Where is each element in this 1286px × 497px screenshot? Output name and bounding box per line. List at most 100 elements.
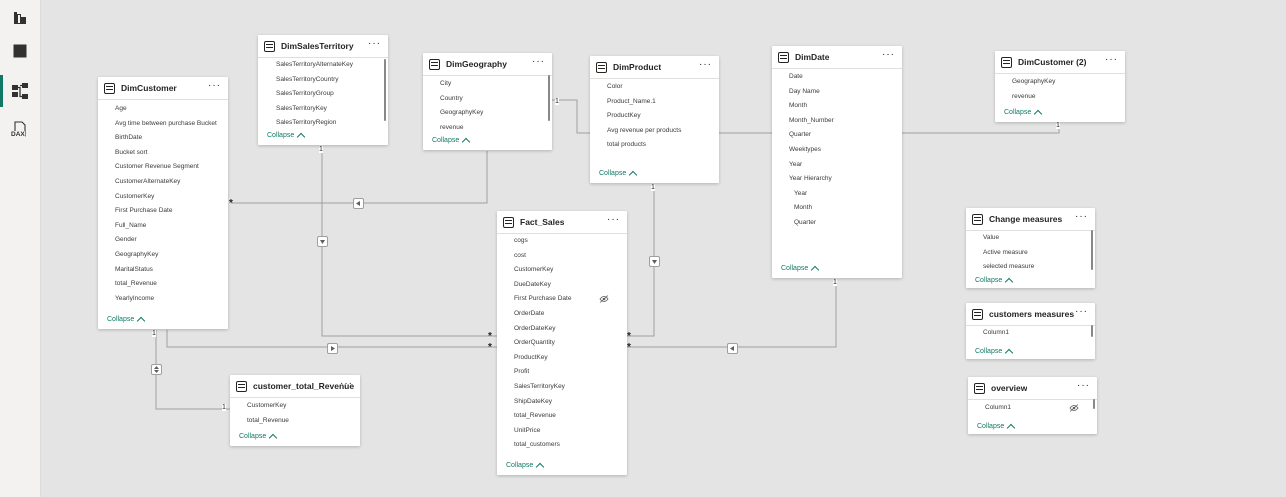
table-card-dimcustomer-2[interactable]: DimCustomer (2) ··· GeographyKey revenue… [995, 51, 1125, 122]
field-item[interactable]: UnitPrice [514, 424, 627, 439]
field-item[interactable]: cost [514, 249, 627, 264]
field-item[interactable]: cogs [514, 234, 627, 249]
field-item[interactable]: OrderDateKey [514, 322, 627, 337]
hierarchy-item[interactable]: Year Hierarchy [789, 172, 902, 187]
field-item[interactable]: YearlyIncome [115, 292, 228, 307]
collapse-button[interactable]: Collapse [1004, 108, 1043, 119]
report-view-button[interactable] [0, 0, 40, 36]
collapse-button[interactable]: Collapse [267, 131, 306, 142]
hierarchy-level[interactable]: Month [789, 201, 902, 216]
field-item[interactable]: total_Revenue [514, 409, 627, 424]
field-item[interactable]: Quarter [789, 128, 902, 143]
field-item[interactable]: Profit [514, 365, 627, 380]
collapse-button[interactable]: Collapse [432, 136, 471, 147]
field-item[interactable]: BirthDate [115, 131, 228, 146]
field-item[interactable]: revenue [1012, 90, 1125, 105]
more-options-icon[interactable]: ··· [1105, 54, 1118, 66]
table-header[interactable]: DimCustomer ··· [98, 77, 228, 100]
more-options-icon[interactable]: ··· [1075, 306, 1088, 318]
field-item[interactable]: DueDateKey [514, 278, 627, 293]
table-view-button[interactable] [0, 33, 40, 69]
field-item[interactable]: Weektypes [789, 143, 902, 158]
more-options-icon[interactable]: ··· [882, 49, 895, 61]
hidden-eye-icon[interactable] [1069, 404, 1079, 419]
table-card-customers-measures[interactable]: customers measures ··· Column1 Collapse [966, 303, 1095, 359]
more-options-icon[interactable]: ··· [607, 214, 620, 226]
table-header[interactable]: DimSalesTerritory ··· [258, 35, 388, 58]
field-item[interactable]: Month [789, 99, 902, 114]
field-item[interactable]: City [440, 77, 552, 92]
field-item[interactable]: SalesTerritoryKey [514, 380, 627, 395]
scrollbar[interactable] [384, 59, 386, 121]
field-item[interactable]: SalesTerritoryRegion [276, 116, 388, 131]
hierarchy-level[interactable]: Year [789, 187, 902, 202]
field-item[interactable]: Full_Name [115, 219, 228, 234]
field-item[interactable]: Column1 [983, 326, 1095, 341]
field-item[interactable]: revenue [440, 121, 552, 136]
field-item[interactable]: SalesTerritoryCountry [276, 73, 388, 88]
collapse-button[interactable]: Collapse [506, 461, 545, 472]
field-item[interactable]: Year [789, 158, 902, 173]
filter-direction-left-icon[interactable] [727, 343, 738, 354]
field-item[interactable]: CustomerKey [115, 190, 228, 205]
more-options-icon[interactable]: ··· [340, 378, 353, 390]
field-item[interactable]: Month_Number [789, 114, 902, 129]
field-item[interactable]: total products [607, 138, 719, 153]
field-item[interactable]: CustomerKey [247, 399, 360, 414]
table-card-dimproduct[interactable]: DimProduct ··· Color Product_Name.1 Prod… [590, 56, 719, 183]
field-item-hidden[interactable]: First Purchase Date [514, 292, 627, 307]
field-item[interactable]: CustomerKey [514, 263, 627, 278]
field-item[interactable]: Avg revenue per products [607, 124, 719, 139]
table-header[interactable]: DimCustomer (2) ··· [995, 51, 1125, 74]
field-item[interactable]: OrderQuantity [514, 336, 627, 351]
dax-query-view-button[interactable]: DAX [0, 114, 40, 150]
field-item[interactable]: ShipDateKey [514, 395, 627, 410]
table-card-dimcustomer[interactable]: DimCustomer ··· Age Avg time between pur… [98, 77, 228, 329]
table-header[interactable]: DimDate ··· [772, 46, 902, 69]
model-canvas[interactable]: * * * * * 1 1 1 1 1 1 1 DimCustomer ··· … [41, 0, 1286, 497]
table-header[interactable]: customers measures ··· [966, 303, 1095, 326]
collapse-button[interactable]: Collapse [975, 347, 1014, 358]
table-card-overview[interactable]: overview ··· Column1 Collapse [968, 377, 1097, 434]
field-item[interactable]: total_Revenue [115, 277, 228, 292]
filter-direction-left-icon[interactable] [353, 198, 364, 209]
field-item[interactable]: SalesTerritoryGroup [276, 87, 388, 102]
field-item[interactable]: Date [789, 70, 902, 85]
hierarchy-level[interactable]: Quarter [789, 216, 902, 231]
scrollbar[interactable] [1091, 230, 1093, 270]
field-item[interactable]: Active measure [983, 246, 1095, 261]
field-item[interactable]: First Purchase Date [115, 204, 228, 219]
more-options-icon[interactable]: ··· [532, 56, 545, 68]
table-card-fact-sales[interactable]: Fact_Sales ··· cogs cost CustomerKey Due… [497, 211, 627, 475]
table-card-dimgeography[interactable]: DimGeography ··· City Country GeographyK… [423, 53, 552, 150]
field-item[interactable]: SalesTerritoryKey [276, 102, 388, 117]
scrollbar[interactable] [548, 75, 550, 121]
scrollbar[interactable] [1093, 399, 1095, 409]
field-item[interactable]: total_Revenue [247, 414, 360, 429]
field-item[interactable]: CustomerAlternateKey [115, 175, 228, 190]
field-item[interactable]: Gender [115, 233, 228, 248]
field-item[interactable]: Product_Name.1 [607, 95, 719, 110]
field-item[interactable]: Country [440, 92, 552, 107]
scrollbar[interactable] [1091, 325, 1093, 337]
more-options-icon[interactable]: ··· [208, 80, 221, 92]
more-options-icon[interactable]: ··· [699, 59, 712, 71]
table-header[interactable]: customer_total_Revenue ··· [230, 375, 360, 398]
field-item[interactable]: Avg time between purchase Bucket [115, 117, 228, 132]
field-item[interactable]: MaritalStatus [115, 263, 228, 278]
model-view-button[interactable] [0, 73, 40, 109]
collapse-button[interactable]: Collapse [781, 264, 820, 275]
field-item[interactable]: selected measure [983, 260, 1095, 275]
table-card-dimsalesterritory[interactable]: DimSalesTerritory ··· SalesTerritoryAlte… [258, 35, 388, 145]
table-header[interactable]: overview ··· [968, 377, 1097, 400]
field-item[interactable]: GeographyKey [1012, 75, 1125, 90]
collapse-button[interactable]: Collapse [975, 276, 1014, 287]
field-item[interactable]: GeographyKey [440, 106, 552, 121]
collapse-button[interactable]: Collapse [977, 422, 1016, 433]
more-options-icon[interactable]: ··· [1077, 380, 1090, 392]
filter-direction-down-icon[interactable] [317, 236, 328, 247]
field-item[interactable]: Customer Revenue Segment [115, 160, 228, 175]
collapse-button[interactable]: Collapse [599, 169, 638, 180]
field-item[interactable]: OrderDate [514, 307, 627, 322]
field-item[interactable]: Color [607, 80, 719, 95]
